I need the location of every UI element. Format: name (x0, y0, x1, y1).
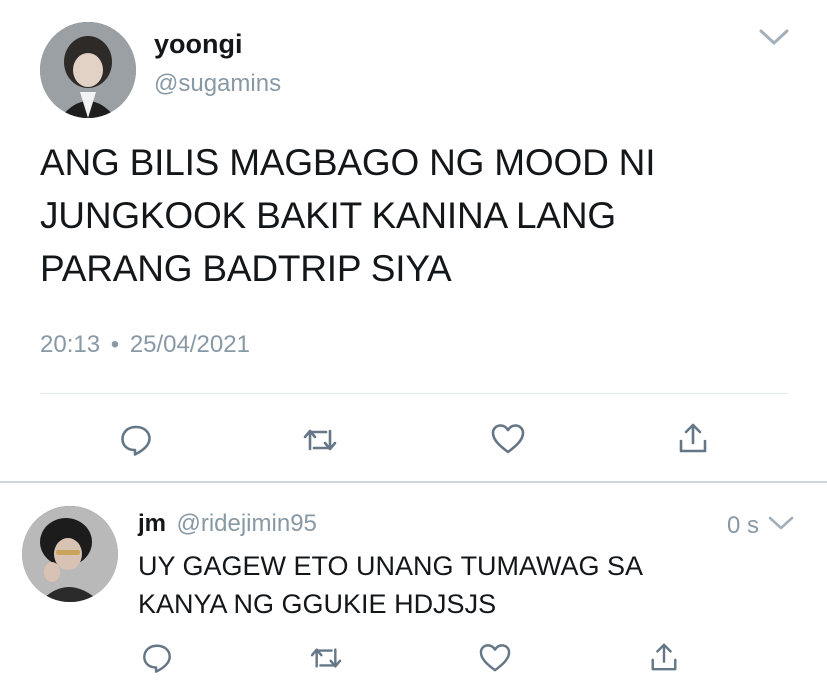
chevron-down-icon[interactable] (766, 512, 796, 534)
avatar-photo-icon (40, 22, 136, 118)
reply-text: UY GAGEW ETO UNANG TUMAWAG SA KANYA NG G… (138, 547, 798, 623)
reply-handle[interactable]: @ridejimin95 (176, 510, 316, 537)
tweet-text-line: ANG BILIS MAGBAGO NG MOOD NI (40, 142, 656, 183)
share-icon[interactable] (673, 418, 713, 458)
author-avatar[interactable] (40, 22, 136, 118)
tweet-text-line: JUNGKOOK BAKIT KANINA LANG (40, 195, 616, 236)
retweet-icon[interactable] (300, 420, 340, 460)
retweet-icon[interactable] (306, 640, 346, 676)
author-handle[interactable]: @sugamins (154, 70, 281, 98)
reply-icon[interactable] (137, 640, 177, 676)
share-icon[interactable] (644, 638, 684, 676)
reply-time: 0 s (727, 512, 760, 539)
reply-text-line: KANYA NG GGUKIE HDJSJS (138, 589, 497, 619)
chevron-down-icon[interactable] (756, 24, 792, 50)
tweet-date: 25/04/2021 (129, 331, 250, 358)
tweet-text: ANG BILIS MAGBAGO NG MOOD NI JUNGKOOK BA… (40, 136, 800, 295)
tweet-time: 20:13 (40, 331, 101, 358)
reply-icon[interactable] (116, 420, 156, 460)
tweet-text-line: PARANG BADTRIP SIYA (40, 248, 452, 289)
reply-display-name[interactable]: jm (138, 510, 166, 537)
tweet-timestamp[interactable]: 20:13 • 25/04/2021 (40, 331, 250, 359)
reply-author-avatar[interactable] (22, 506, 118, 602)
avatar-photo-icon (22, 506, 118, 602)
section-divider (0, 481, 827, 483)
reply-text-line: UY GAGEW ETO UNANG TUMAWAG SA (138, 551, 644, 581)
like-icon[interactable] (487, 419, 529, 459)
meta-separator: • (110, 331, 120, 358)
reply-header: jm @ridejimin95 (138, 510, 317, 538)
like-icon[interactable] (475, 640, 515, 676)
divider (40, 393, 788, 394)
author-display-name[interactable]: yoongi (154, 29, 243, 60)
